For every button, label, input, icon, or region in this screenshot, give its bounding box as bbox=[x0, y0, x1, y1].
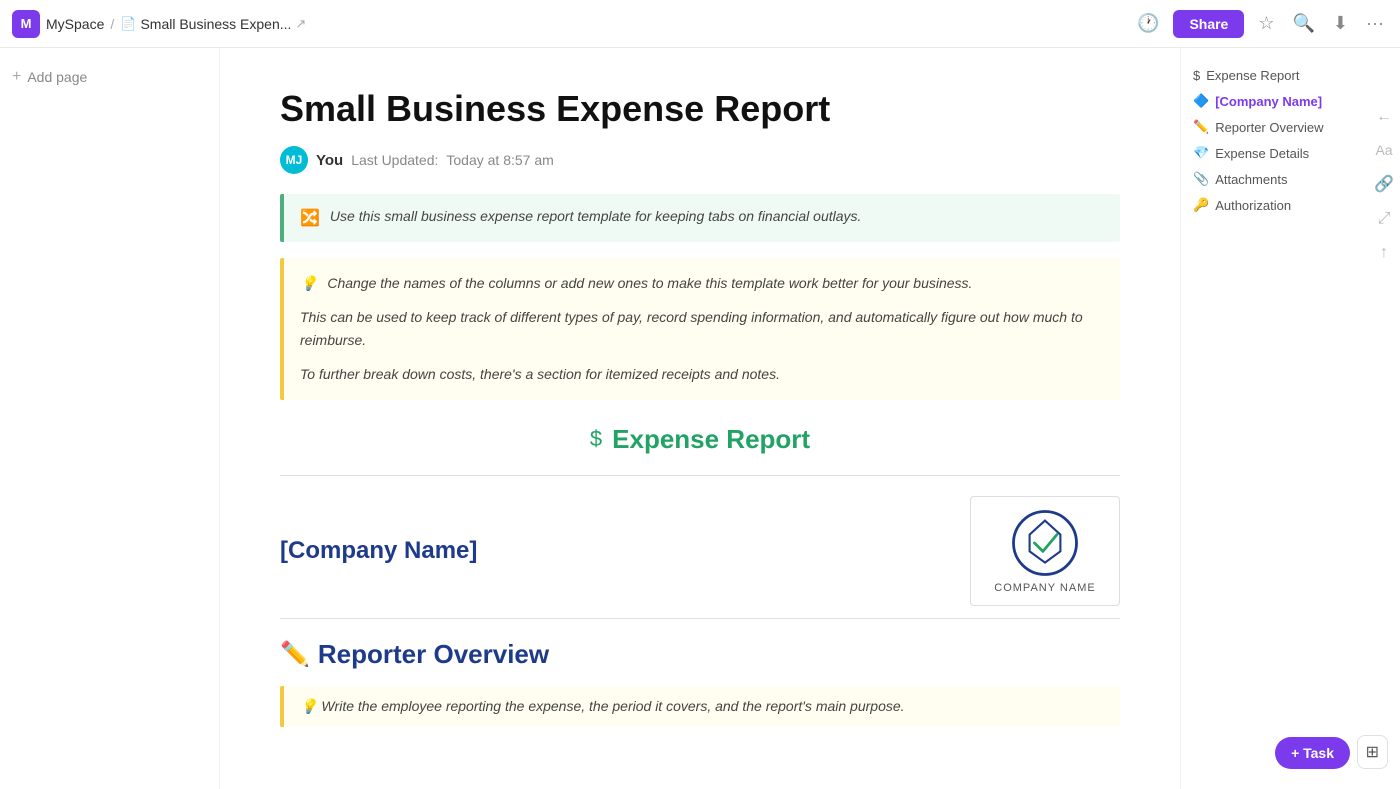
breadcrumb-separator: / bbox=[110, 16, 114, 32]
company-logo-svg bbox=[1010, 508, 1080, 578]
add-page-button[interactable]: + Add page bbox=[12, 64, 87, 90]
avatar: MJ bbox=[280, 146, 308, 174]
info-green-text: Use this small business expense report t… bbox=[330, 208, 862, 224]
author-name[interactable]: You bbox=[316, 152, 343, 169]
toc-label-reporter: Reporter Overview bbox=[1215, 120, 1323, 135]
toc-auth-icon: 🔑 bbox=[1193, 197, 1209, 213]
link-icon[interactable]: 🔗 bbox=[1374, 174, 1394, 194]
divider-1 bbox=[280, 475, 1120, 476]
divider-2 bbox=[280, 618, 1120, 619]
toc-details-icon: 💎 bbox=[1193, 145, 1209, 161]
right-panel: $ Expense Report 🔷 [Company Name] ✏️ Rep… bbox=[1180, 48, 1400, 789]
doc-icon: 📄 bbox=[120, 16, 136, 32]
doc-title[interactable]: Small Business Expen... bbox=[140, 16, 291, 32]
info-box-yellow: 💡 Change the names of the columns or add… bbox=[280, 258, 1120, 400]
expense-report-heading: $ Expense Report bbox=[280, 424, 1120, 455]
task-button[interactable]: + Task bbox=[1275, 737, 1350, 769]
export-icon[interactable]: ↗ bbox=[295, 16, 306, 32]
reporter-hint-text: 💡 Write the employee reporting the expen… bbox=[300, 698, 1104, 715]
bulb-icon-reporter: 💡 bbox=[300, 698, 321, 714]
search-icon[interactable]: 🔍 bbox=[1289, 9, 1319, 38]
toc-dollar-icon: $ bbox=[1193, 68, 1200, 83]
toc-item-authorization[interactable]: 🔑 Authorization bbox=[1193, 193, 1388, 217]
company-logo-label: COMPANY NAME bbox=[994, 582, 1095, 594]
dollar-icon: $ bbox=[590, 426, 602, 452]
reporter-title: Reporter Overview bbox=[318, 639, 549, 670]
toc-label-attachments: Attachments bbox=[1215, 172, 1287, 187]
info-yellow-line-2: This can be used to keep track of differ… bbox=[300, 306, 1104, 351]
toc-label-company-name: [Company Name] bbox=[1215, 94, 1322, 109]
history-icon[interactable]: 🕐 bbox=[1133, 9, 1163, 38]
toc-item-company-name[interactable]: 🔷 [Company Name] bbox=[1193, 89, 1388, 113]
company-name-placeholder[interactable]: [Company Name] bbox=[280, 537, 477, 565]
toc-item-reporter[interactable]: ✏️ Reporter Overview bbox=[1193, 115, 1388, 139]
last-updated-label: Last Updated: bbox=[351, 152, 438, 168]
toc-company-icon: 🔷 bbox=[1193, 93, 1209, 109]
share-button[interactable]: Share bbox=[1173, 10, 1244, 38]
expand-icon[interactable]: ⤢ bbox=[1374, 210, 1394, 228]
company-name-text: [Company Name] bbox=[280, 537, 477, 564]
info-yellow-line-1: 💡 Change the names of the columns or add… bbox=[300, 272, 1104, 294]
sidebar-left: + Add page bbox=[0, 48, 220, 789]
toc-label-authorization: Authorization bbox=[1215, 198, 1291, 213]
font-size-icon[interactable]: Aa bbox=[1374, 142, 1394, 158]
content-area: Small Business Expense Report MJ You Las… bbox=[220, 48, 1180, 789]
info-box-green: 🔀 Use this small business expense report… bbox=[280, 194, 1120, 242]
topbar: M MySpace / 📄 Small Business Expen... ↗ … bbox=[0, 0, 1400, 48]
toc-label-expense-report: Expense Report bbox=[1206, 68, 1299, 83]
last-updated-value: Today at 8:57 am bbox=[446, 152, 553, 168]
info-box-yellow-reporter: 💡 Write the employee reporting the expen… bbox=[280, 686, 1120, 727]
toc-label-expense-details: Expense Details bbox=[1215, 146, 1309, 161]
page-title: Small Business Expense Report bbox=[280, 88, 1120, 130]
toc-reporter-icon: ✏️ bbox=[1193, 119, 1209, 135]
company-logo-box: COMPANY NAME bbox=[970, 496, 1120, 606]
main-layout: + Add page Small Business Expense Report… bbox=[0, 48, 1400, 789]
grid-view-button[interactable]: ⊞ bbox=[1357, 735, 1388, 769]
toc-item-attachments[interactable]: 📎 Attachments bbox=[1193, 167, 1388, 191]
download-icon[interactable]: ⬇ bbox=[1329, 9, 1352, 38]
star-icon[interactable]: ☆ bbox=[1254, 9, 1278, 38]
reporter-emoji: ✏️ bbox=[280, 640, 310, 669]
add-page-label: Add page bbox=[27, 69, 87, 85]
topbar-left: M MySpace / 📄 Small Business Expen... ↗ bbox=[12, 10, 306, 38]
breadcrumb-doc: 📄 Small Business Expen... ↗ bbox=[120, 16, 306, 32]
author-row: MJ You Last Updated: Today at 8:57 am bbox=[280, 146, 1120, 174]
plus-icon: + bbox=[12, 68, 21, 86]
right-edge-icons: ← Aa 🔗 ⤢ ↑ bbox=[1368, 100, 1400, 270]
more-icon[interactable]: ··· bbox=[1362, 9, 1388, 38]
workspace-icon[interactable]: M bbox=[12, 10, 40, 38]
toc-item-expense-report[interactable]: $ Expense Report bbox=[1193, 64, 1388, 87]
company-row: [Company Name] COMPANY NAME bbox=[280, 496, 1120, 606]
topbar-right: 🕐 Share ☆ 🔍 ⬇ ··· bbox=[1133, 9, 1388, 38]
grid-icon: ⊞ bbox=[1366, 744, 1379, 761]
info-yellow-line-3: To further break down costs, there's a s… bbox=[300, 363, 1104, 385]
toc: $ Expense Report 🔷 [Company Name] ✏️ Rep… bbox=[1193, 64, 1388, 217]
expense-report-title: Expense Report bbox=[612, 424, 810, 455]
workspace-name[interactable]: MySpace bbox=[46, 16, 104, 32]
shuffle-icon: 🔀 bbox=[300, 208, 320, 228]
share-panel-icon[interactable]: ↑ bbox=[1374, 244, 1394, 262]
toc-item-expense-details[interactable]: 💎 Expense Details bbox=[1193, 141, 1388, 165]
collapse-right-icon[interactable]: ← bbox=[1374, 108, 1394, 126]
toc-attachments-icon: 📎 bbox=[1193, 171, 1209, 187]
reporter-heading: ✏️ Reporter Overview bbox=[280, 639, 1120, 670]
bulb-icon-1: 💡 bbox=[300, 275, 317, 291]
